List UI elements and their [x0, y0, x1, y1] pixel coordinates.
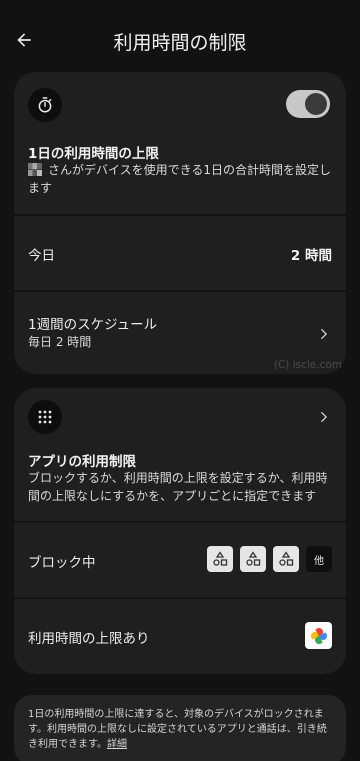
- daily-limit-section[interactable]: 1日の利用時間の上限 さんがデバイスを使用できる1日の合計時間を設定します: [14, 72, 346, 214]
- app-bar: 利用時間の制限: [0, 0, 360, 82]
- blocked-label: ブロック中: [28, 555, 96, 571]
- learn-more-link[interactable]: 詳細: [107, 739, 127, 750]
- app-limits-section[interactable]: アプリの利用制限 ブロックするか、利用時間の上限を設定するか、利用時間の上限なし…: [14, 388, 346, 521]
- blocked-row[interactable]: ブロック中 他: [14, 523, 346, 597]
- more-apps-badge: 他: [306, 546, 332, 572]
- limited-app-icon: [305, 622, 332, 649]
- avatar: [28, 163, 42, 176]
- daily-limit-card: 1日の利用時間の上限 さんがデバイスを使用できる1日の合計時間を設定します 今日…: [14, 72, 346, 374]
- schedule-subtitle: 毎日 2 時間: [28, 335, 92, 349]
- watermark-text: (C) iscle.com: [273, 359, 342, 371]
- shapes-icon: [279, 551, 294, 566]
- daily-limit-description: さんがデバイスを使用できる1日の合計時間を設定します: [28, 161, 333, 197]
- blocked-apps: 他: [207, 546, 332, 572]
- shapes-icon: [213, 551, 228, 566]
- app-limits-description: ブロックするか、利用時間の上限を設定するか、利用時間の上限なしにするかを、アプリ…: [28, 471, 328, 503]
- today-row[interactable]: 今日 2 時間: [14, 216, 346, 290]
- chevron-right-icon: [321, 328, 327, 340]
- timer-icon: [38, 97, 52, 113]
- page-title: 利用時間の制限: [113, 32, 247, 54]
- limited-row[interactable]: 利用時間の上限あり: [14, 599, 346, 674]
- today-label: 今日: [28, 248, 55, 264]
- schedule-title: 1週間のスケジュール: [28, 317, 158, 333]
- timer-icon-wrap: [28, 88, 62, 122]
- daily-limit-title: 1日の利用時間の上限: [28, 146, 159, 162]
- blocked-app-icon: [273, 546, 299, 572]
- chevron-right-icon: [321, 411, 327, 423]
- daily-limit-toggle[interactable]: [286, 90, 330, 118]
- limited-label: 利用時間の上限あり: [28, 631, 150, 647]
- info-box: 1日の利用時間の上限に達すると、対象のデバイスがロックされます。利用時間の上限な…: [14, 695, 346, 761]
- toggle-knob: [305, 93, 327, 115]
- pinwheel-photos-icon: [310, 627, 327, 644]
- blocked-app-icon: [240, 546, 266, 572]
- app-limits-title: アプリの利用制限: [28, 454, 136, 470]
- apps-grid-icon-wrap: [28, 400, 62, 434]
- apps-grid-icon: [38, 410, 52, 424]
- blocked-app-icon: [207, 546, 233, 572]
- footer-text: 1日の利用時間の上限に達すると、対象のデバイスがロックされます。利用時間の上限な…: [28, 709, 327, 750]
- daily-limit-description-text: さんがデバイスを使用できる1日の合計時間を設定します: [28, 163, 332, 195]
- shapes-icon: [246, 551, 261, 566]
- app-limits-card: アプリの利用制限 ブロックするか、利用時間の上限を設定するか、利用時間の上限なし…: [14, 388, 346, 674]
- today-value: 2 時間: [290, 248, 332, 264]
